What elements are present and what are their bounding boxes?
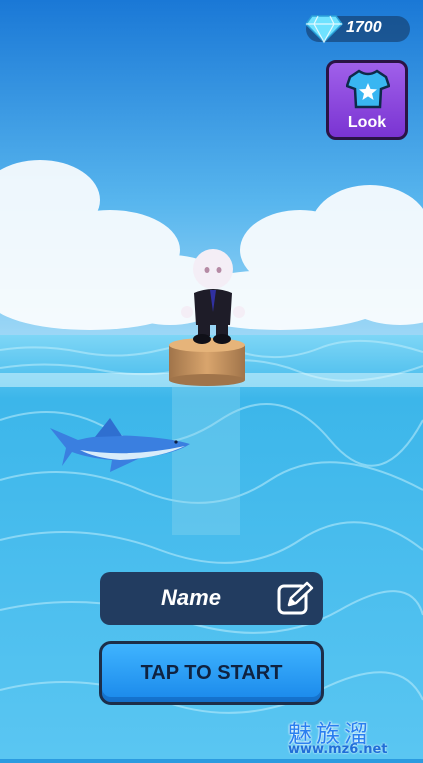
pencil-square-icon[interactable] <box>276 581 314 617</box>
gem-counter: 1700 <box>305 15 410 44</box>
gem-count: 1700 <box>346 19 382 36</box>
tap-to-start-button[interactable]: TAP TO START <box>99 641 324 705</box>
name-label: Name <box>161 585 221 610</box>
diamond-icon <box>305 15 343 44</box>
look-button[interactable]: Look <box>326 60 408 140</box>
name-field[interactable]: Name <box>100 572 323 625</box>
start-label: TAP TO START <box>140 662 283 684</box>
look-label: Look <box>347 114 387 131</box>
tshirt-star-icon <box>346 69 390 109</box>
platform <box>169 338 245 386</box>
platform-reflection <box>172 385 240 535</box>
watermark: 魅族溜 www.mz6.net <box>286 714 418 758</box>
watermark-url: www.mz6.net <box>288 742 388 757</box>
